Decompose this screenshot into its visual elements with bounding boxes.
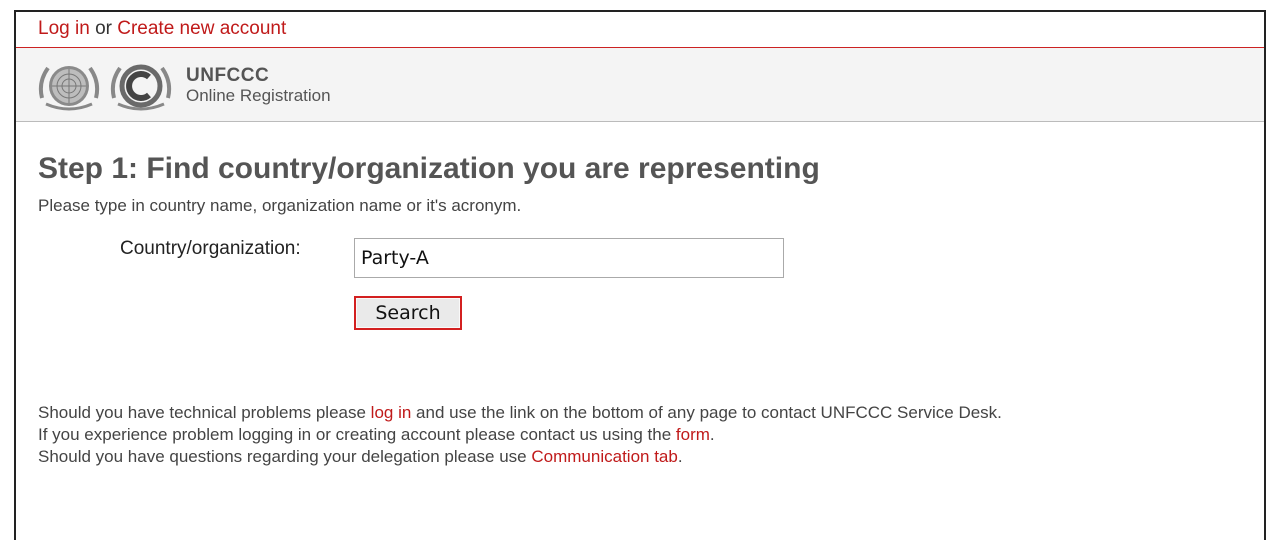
search-form: Country/organization: Search — [38, 226, 1242, 330]
help-line3-tail: . — [677, 447, 683, 466]
communication-tab-link[interactable]: Communication tab — [531, 447, 677, 466]
search-button[interactable]: Search — [354, 296, 462, 330]
help-line2-text: If you experience problem logging in or … — [38, 425, 672, 444]
main-content: Step 1: Find country/organization you ar… — [16, 152, 1264, 330]
help-text: Should you have technical problems pleas… — [38, 402, 1002, 468]
top-bar: Log in or Create new account — [16, 12, 1264, 48]
help-login-link[interactable]: log in — [371, 403, 412, 422]
help-line2-tail: . — [709, 425, 715, 444]
create-account-link[interactable]: Create new account — [117, 18, 286, 39]
help-line-account: If you experience problem logging in or … — [38, 424, 1002, 446]
help-line-delegation: Should you have questions regarding your… — [38, 446, 1002, 468]
unfccc-logo-icon — [108, 58, 174, 119]
page-frame: Log in or Create new account UNFCCC Onli… — [14, 10, 1266, 540]
brand-subtitle: Online Registration — [186, 86, 331, 105]
country-label: Country/organization: — [120, 238, 301, 259]
topbar-separator: or — [95, 18, 112, 39]
login-link[interactable]: Log in — [38, 18, 90, 39]
help-form-link[interactable]: form — [676, 425, 710, 444]
help-line1-text: Should you have technical problems pleas… — [38, 403, 366, 422]
help-line-technical: Should you have technical problems pleas… — [38, 402, 1002, 424]
brand-text: UNFCCC Online Registration — [186, 66, 331, 104]
help-line3-text: Should you have questions regarding your… — [38, 447, 527, 466]
brand-name: UNFCCC — [186, 65, 270, 86]
country-input[interactable] — [354, 238, 784, 278]
page-title: Step 1: Find country/organization you ar… — [38, 152, 820, 185]
un-emblem-icon — [36, 58, 102, 119]
intro-text: Please type in country name, organizatio… — [38, 196, 522, 215]
help-line1-tail: and use the link on the bottom of any pa… — [416, 403, 1002, 422]
brand-header: UNFCCC Online Registration — [16, 48, 1264, 122]
